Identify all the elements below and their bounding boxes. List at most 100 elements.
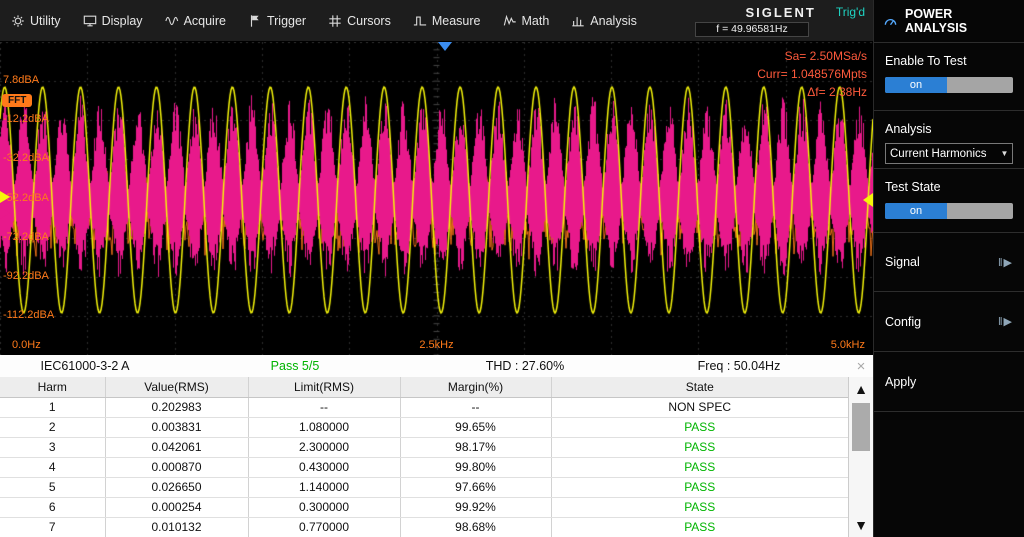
utility-icon [11,14,25,28]
value-cell: 1.140000 [248,477,400,497]
frequency-counter: f = 49.96581Hz [695,22,809,37]
signal-label: Signal [885,255,920,269]
table-row: 50.0266501.14000097.66%PASS [0,477,848,497]
table-row: 10.202983----NON SPEC [0,397,848,417]
top-menubar: Utility DisplayAcquireTrigger Cursors Measu… [0,0,873,42]
value-cell: 4 [0,457,105,477]
harmonics-table: HarmValue(RMS)Limit(RMS)Margin(%)State 1… [0,377,848,537]
freq-readout: Freq : 50.04Hz [630,359,848,373]
value-cell: 0.010132 [105,517,248,537]
toggle-on-segment: on [885,77,947,93]
panel-header: POWER ANALYSIS [874,0,1024,42]
table-scrollbar: ▲ ▼ [848,377,873,537]
value-cell: -- [248,397,400,417]
siglent-logo: SIGLENT [745,5,815,20]
panel-title: POWER ANALYSIS [905,7,1015,35]
column-header: Margin(%) [400,377,551,397]
fft-badge[interactable]: FFT [2,94,32,107]
state-cell: PASS [551,437,848,457]
value-cell: 2.300000 [248,437,400,457]
menu-item-acquire[interactable]: Acquire [154,0,237,41]
enable-to-test-toggle[interactable]: on [885,77,1013,93]
waveform-display: 7.8dBA-12.2dBA-32.2dBA-52.2dBA-72.2dBA-9… [0,42,873,355]
table-row: 70.0101320.77000098.68%PASS [0,517,848,537]
menu-item-label: Analysis [590,14,637,28]
value-cell: -- [400,397,551,417]
state-cell: PASS [551,477,848,497]
measure-icon [413,14,427,28]
memory-depth-readout: Curr= 1.048576Mpts [757,65,867,83]
sample-rate-readout: Sa= 2.50MSa/s [757,47,867,65]
scroll-up-button[interactable]: ▲ [849,377,873,401]
value-cell: 98.68% [400,517,551,537]
brand-block: SIGLENT Trig'd f = 49.96581Hz [695,5,873,37]
channel1-position-marker[interactable] [0,191,10,203]
toggle-off-segment [947,77,1013,93]
state-cell: NON SPEC [551,397,848,417]
cursors-icon [328,14,342,28]
apply-label: Apply [885,375,916,389]
chevron-down-icon: ▼ [997,149,1012,158]
channel2-position-marker[interactable] [0,207,10,219]
test-state-label: Test State [885,180,1013,194]
scroll-down-button[interactable]: ▼ [849,513,873,537]
analysis-selected-value: Current Harmonics [886,148,997,160]
delta-f-readout: Δf= 2.38Hz [757,83,867,101]
value-cell: 6 [0,497,105,517]
column-header: Limit(RMS) [248,377,400,397]
column-header: State [551,377,848,397]
config-menu-item[interactable]: Config ‖▶ [874,291,1024,351]
menu-item-utility[interactable]: Utility [0,0,72,41]
panel-filler [874,411,1024,537]
value-cell: 7 [0,517,105,537]
test-state-toggle[interactable]: on [885,203,1013,219]
signal-menu-item[interactable]: Signal ‖▶ [874,232,1024,291]
analysis-dropdown[interactable]: Current Harmonics ▼ [885,143,1013,164]
value-cell: 0.770000 [248,517,400,537]
value-cell: 0.000870 [105,457,248,477]
state-cell: PASS [551,497,848,517]
state-cell: PASS [551,417,848,437]
menu-item-cursors[interactable]: Cursors [317,0,402,41]
table-row: 20.0038311.08000099.65%PASS [0,417,848,437]
column-header: Value(RMS) [105,377,248,397]
toggle-off-segment [947,203,1013,219]
enable-to-test-section: Enable To Test on [874,42,1024,110]
value-cell: 0.026650 [105,477,248,497]
trigger-level-marker[interactable] [863,193,873,207]
trigger-position-marker[interactable] [438,42,452,51]
column-header: Harm [0,377,105,397]
menu-item-measure[interactable]: Measure [402,0,492,41]
expand-icon: ‖▶ [998,315,1013,328]
menu-item-math[interactable]: Math [492,0,561,41]
scroll-track[interactable] [849,401,873,513]
menu-item-display[interactable]: Display [72,0,154,41]
pass-count: Pass 5/5 [170,359,420,373]
value-cell: 0.430000 [248,457,400,477]
scroll-thumb[interactable] [852,403,870,451]
close-icon[interactable]: × [849,358,873,375]
value-cell: 1.080000 [248,417,400,437]
state-cell: PASS [551,517,848,537]
menu-item-label: Cursors [347,14,391,28]
test-state-section: Test State on [874,168,1024,232]
menu-item-label: Math [522,14,550,28]
results-status-bar: IEC61000-3-2 A Pass 5/5 THD : 27.60% Fre… [0,355,873,377]
results-table-head-row: HarmValue(RMS)Limit(RMS)Margin(%)State [0,377,848,397]
analysis-label: Analysis [885,122,1013,136]
menu-item-analysis[interactable]: Analysis [560,0,648,41]
menu-items: Utility DisplayAcquireTrigger Cursors Measu… [0,0,648,41]
table-row: 60.0002540.30000099.92%PASS [0,497,848,517]
toggle-on-segment: on [885,203,947,219]
menu-item-trigger[interactable]: Trigger [237,0,317,41]
value-cell: 5 [0,477,105,497]
enable-to-test-label: Enable To Test [885,54,1013,68]
math-icon [503,14,517,28]
table-row: 30.0420612.30000098.17%PASS [0,437,848,457]
waveform-canvas[interactable] [0,42,873,355]
value-cell: 99.65% [400,417,551,437]
value-cell: 3 [0,437,105,457]
standard-label: IEC61000-3-2 A [0,359,170,373]
menu-item-label: Utility [30,14,61,28]
apply-button[interactable]: Apply [874,351,1024,411]
